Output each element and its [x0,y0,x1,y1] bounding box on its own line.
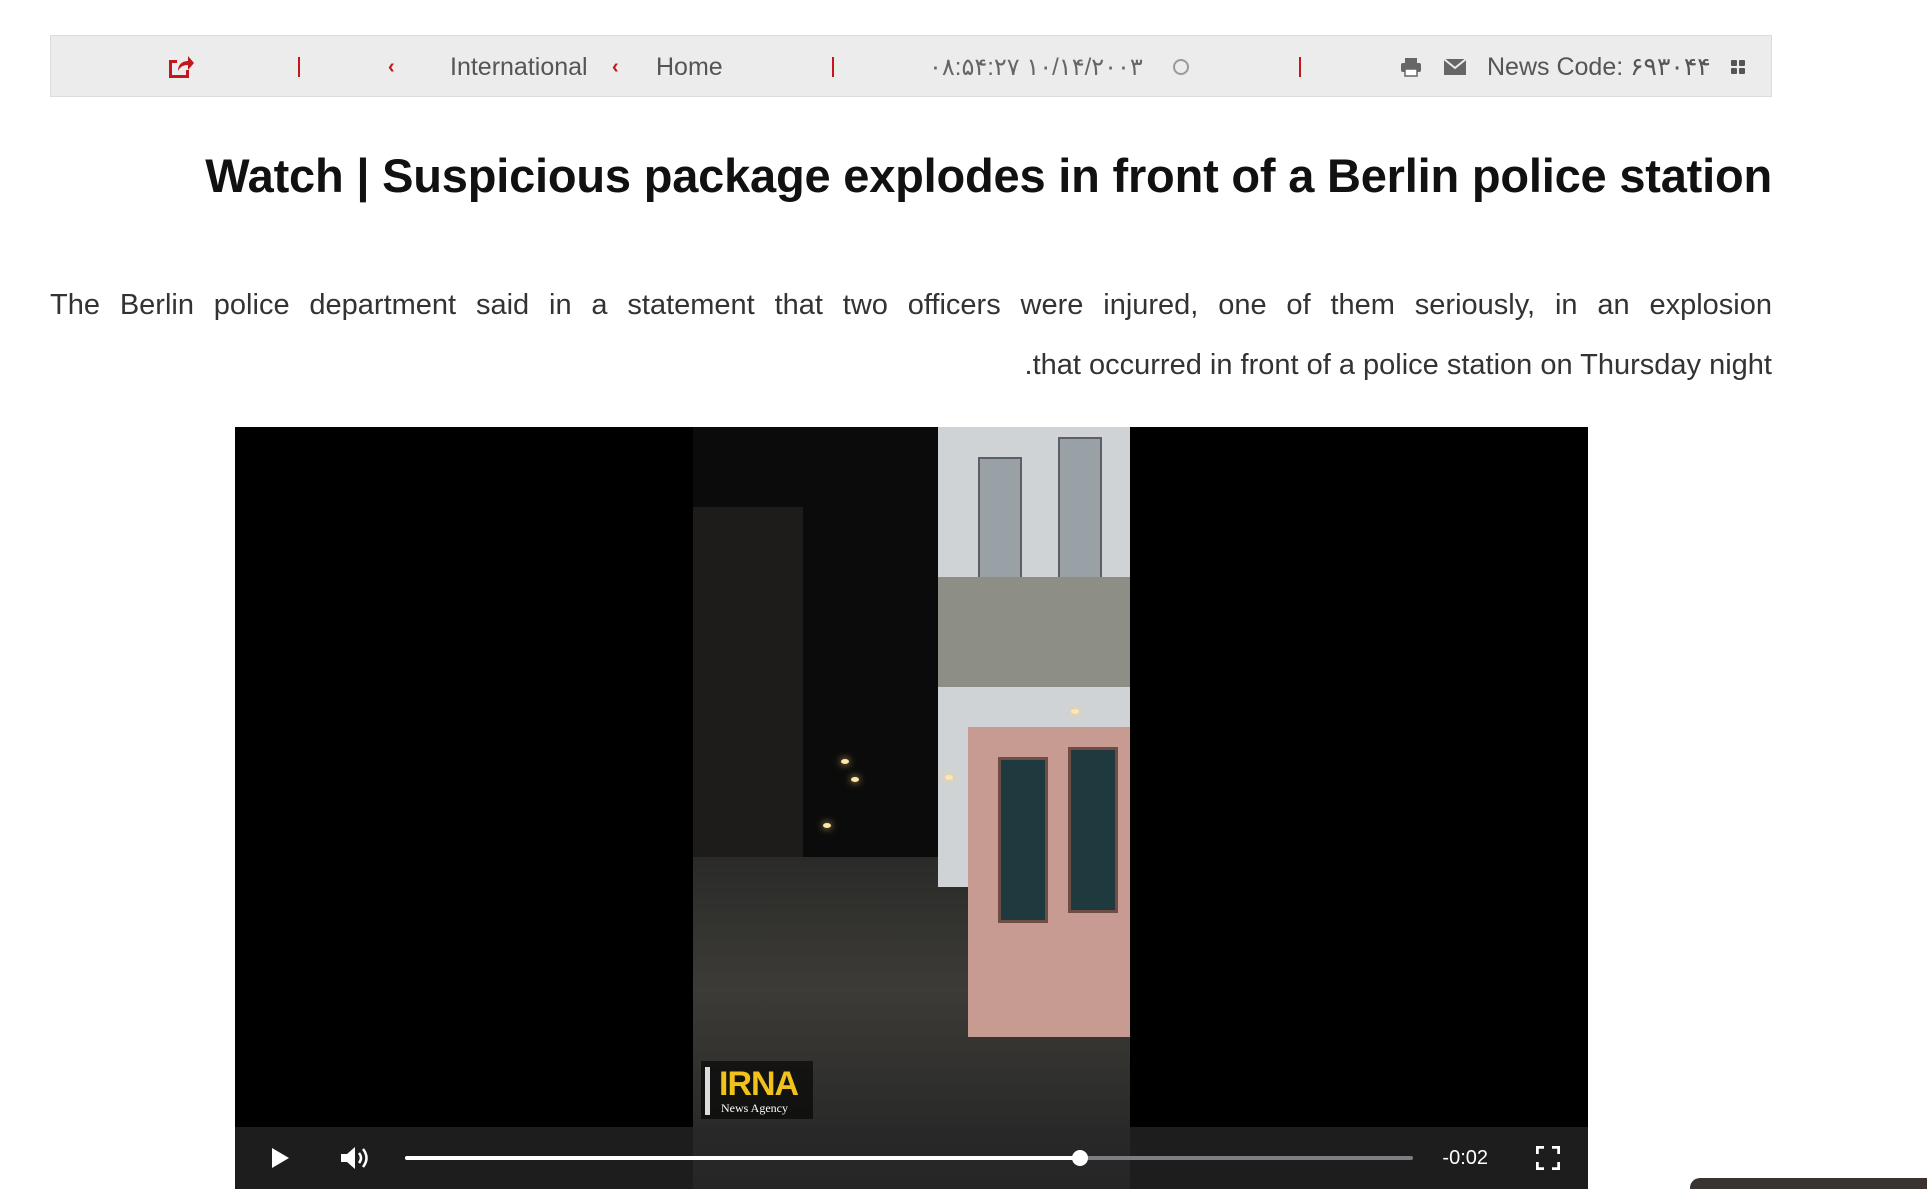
video-progress-handle[interactable] [1072,1150,1089,1166]
article-lead-line: The Berlin police department said in a s… [50,289,1772,321]
publish-datetime: ۰۸:۵۴:۲۷ ۱۰/۱۴/۲۰۰۳ [929,53,1143,81]
play-button[interactable] [263,1127,297,1189]
article-lead: The Berlin police department said in a s… [50,275,1772,395]
video-progress-fill [405,1156,1081,1160]
video-time-remaining: -0:02 [1442,1146,1488,1169]
article-toolbar: ‹ International ‹ Home ۰۸:۵۴:۲۷ ۱۰/۱۴/۲۰… [50,35,1772,97]
share-button[interactable] [163,36,197,98]
breadcrumb-international[interactable]: International [450,36,588,98]
grid-icon [1731,60,1745,74]
irna-watermark: IRNA News Agency [701,1061,813,1119]
watermark-subtext: News Agency [721,1101,788,1115]
share-icon [169,56,194,78]
video-frame: IRNA News Agency [693,427,1130,1189]
print-button[interactable] [1400,36,1422,98]
video-controls: -0:02 [235,1127,1588,1189]
floating-thumbnail[interactable] [1690,1178,1927,1189]
article-title: Watch | Suspicious package explodes in f… [205,149,1772,202]
breadcrumb-home[interactable]: Home [656,36,723,98]
chevron-left-icon: ‹ [388,55,395,78]
play-icon [272,1148,289,1168]
watermark-text: IRNA [719,1065,799,1103]
fullscreen-icon [1536,1146,1560,1170]
clock-icon-wrap [1173,36,1189,98]
news-code: News Code: ۶۹۳۰۴۴ [1487,53,1711,81]
article-lead-line: .that occurred in front of a police stat… [1024,349,1772,381]
volume-button[interactable] [335,1127,375,1189]
print-icon [1401,58,1421,77]
video-player[interactable]: IRNA News Agency -0:02 [235,427,1588,1189]
separator [832,57,834,77]
video-progress-bar[interactable] [405,1150,1413,1166]
clock-icon [1173,59,1189,75]
separator [1299,57,1301,77]
separator [298,57,300,77]
fullscreen-button[interactable] [1531,1127,1565,1189]
chevron-left-icon: ‹ [612,55,619,78]
volume-icon [341,1147,368,1169]
email-button[interactable] [1443,36,1467,98]
email-icon [1443,58,1467,75]
video-scene-shopfront [968,727,1130,1037]
